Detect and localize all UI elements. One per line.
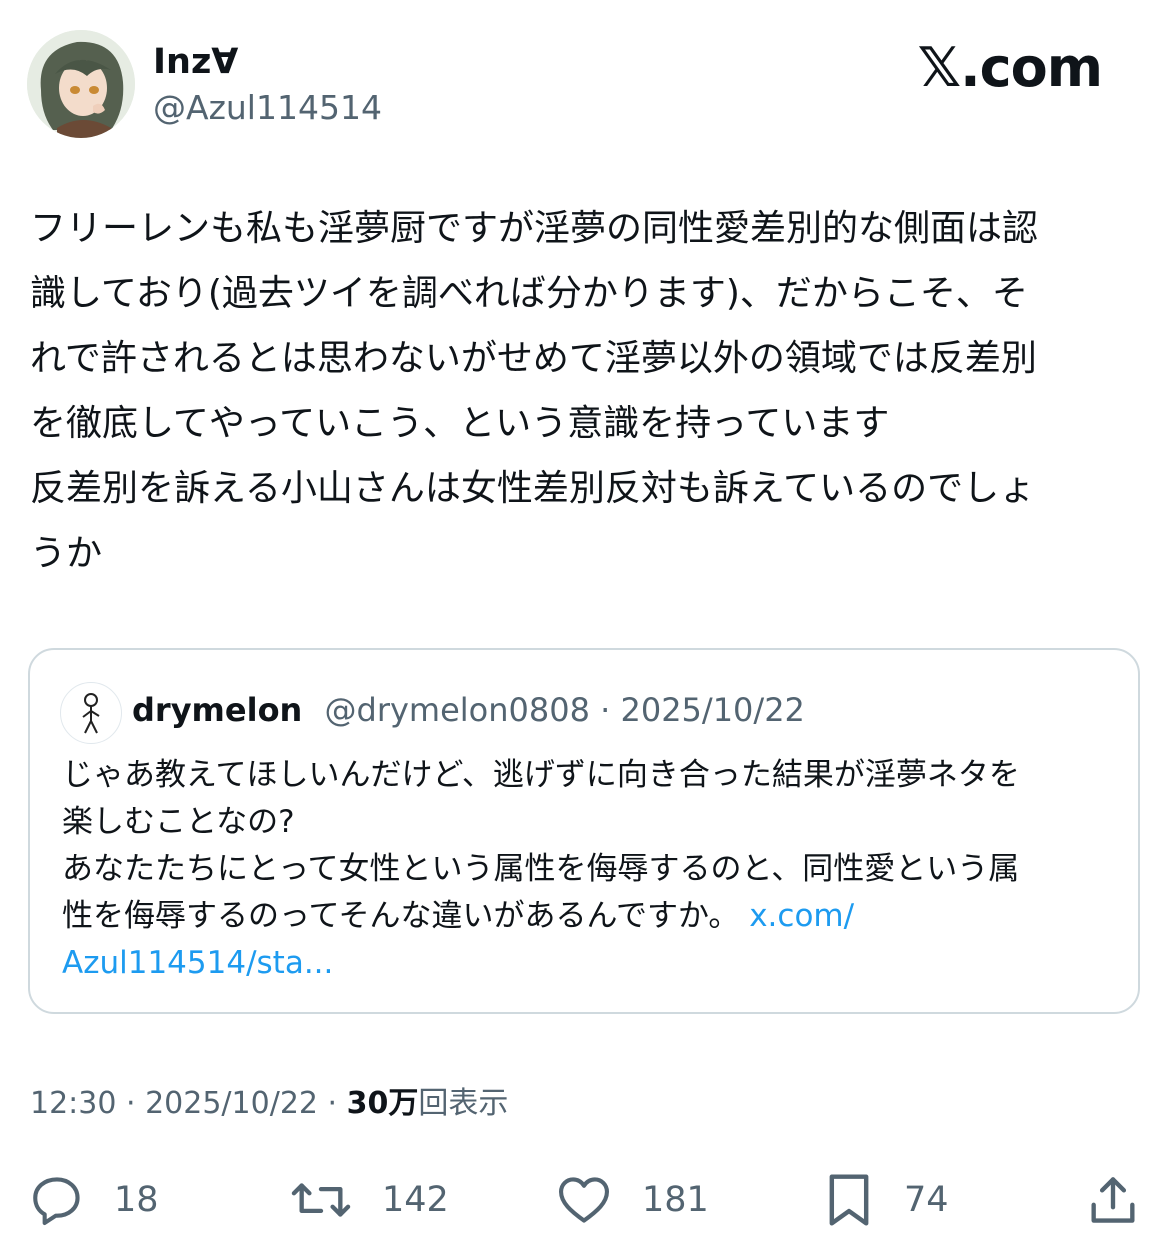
quote-body: じゃあ教えてほしいんだけど、逃げずに向き合った結果が淫夢ネタを 楽しむことなの?… — [62, 757, 1020, 934]
quote-header: drymelon @drymelon0808 · 2025/10/22 — [132, 688, 805, 732]
author-display-name[interactable]: Inz∀ — [153, 40, 238, 84]
quote-text: じゃあ教えてほしいんだけど、逃げずに向き合った結果が淫夢ネタを 楽しむことなの?… — [62, 752, 1112, 987]
meta-separator: · — [116, 1086, 146, 1121]
quote-link-part1[interactable]: x.com/ — [749, 898, 854, 934]
quoted-tweet-card[interactable]: drymelon @drymelon0808 · 2025/10/22 じゃあ教… — [28, 648, 1140, 1014]
action-bar: 18 142 181 74 — [0, 1165, 1170, 1235]
bookmark-button[interactable]: 74 — [822, 1165, 949, 1235]
bookmark-icon — [829, 1174, 869, 1226]
repost-icon — [291, 1183, 351, 1217]
quote-date[interactable]: 2025/10/22 — [620, 691, 804, 729]
anime-character-avatar-icon — [27, 30, 135, 138]
bookmark-count: 74 — [904, 1180, 949, 1220]
like-button[interactable]: 181 — [554, 1165, 709, 1235]
author-handle[interactable]: @Azul114514 — [153, 88, 382, 128]
tweet-date[interactable]: 2025/10/22 — [145, 1086, 318, 1121]
views-count: 30万 — [346, 1086, 419, 1121]
reply-icon — [33, 1177, 80, 1226]
stick-figure-icon — [82, 693, 100, 734]
author-avatar[interactable] — [27, 30, 135, 138]
views-label: 回表示 — [418, 1086, 509, 1121]
repost-count: 142 — [382, 1180, 449, 1220]
share-icon — [1091, 1177, 1135, 1223]
meta-separator: · — [318, 1086, 347, 1121]
tweet-text: フリーレンも私も淫夢厨ですが淫夢の同性愛差別的な側面は認 識しており(過去ツイを… — [30, 208, 1039, 574]
share-button[interactable] — [1084, 1165, 1142, 1235]
quote-author-name[interactable]: drymelon — [132, 691, 302, 729]
quote-link-part2[interactable]: Azul114514/sta... — [62, 945, 333, 981]
heart-icon — [558, 1177, 610, 1223]
reply-button[interactable]: 18 — [28, 1165, 159, 1235]
quote-author-avatar[interactable] — [60, 682, 122, 744]
like-count: 181 — [642, 1180, 709, 1220]
x-brand-logo: 𝕏.com — [917, 36, 1103, 99]
quote-separator: · — [589, 691, 621, 729]
repost-button[interactable]: 142 — [288, 1165, 449, 1235]
quote-author-handle[interactable]: @drymelon0808 — [325, 691, 590, 729]
tweet-meta: 12:30 · 2025/10/22 · 30万回表示 — [30, 1082, 508, 1126]
tweet-time[interactable]: 12:30 — [30, 1086, 116, 1121]
reply-count: 18 — [114, 1180, 159, 1220]
